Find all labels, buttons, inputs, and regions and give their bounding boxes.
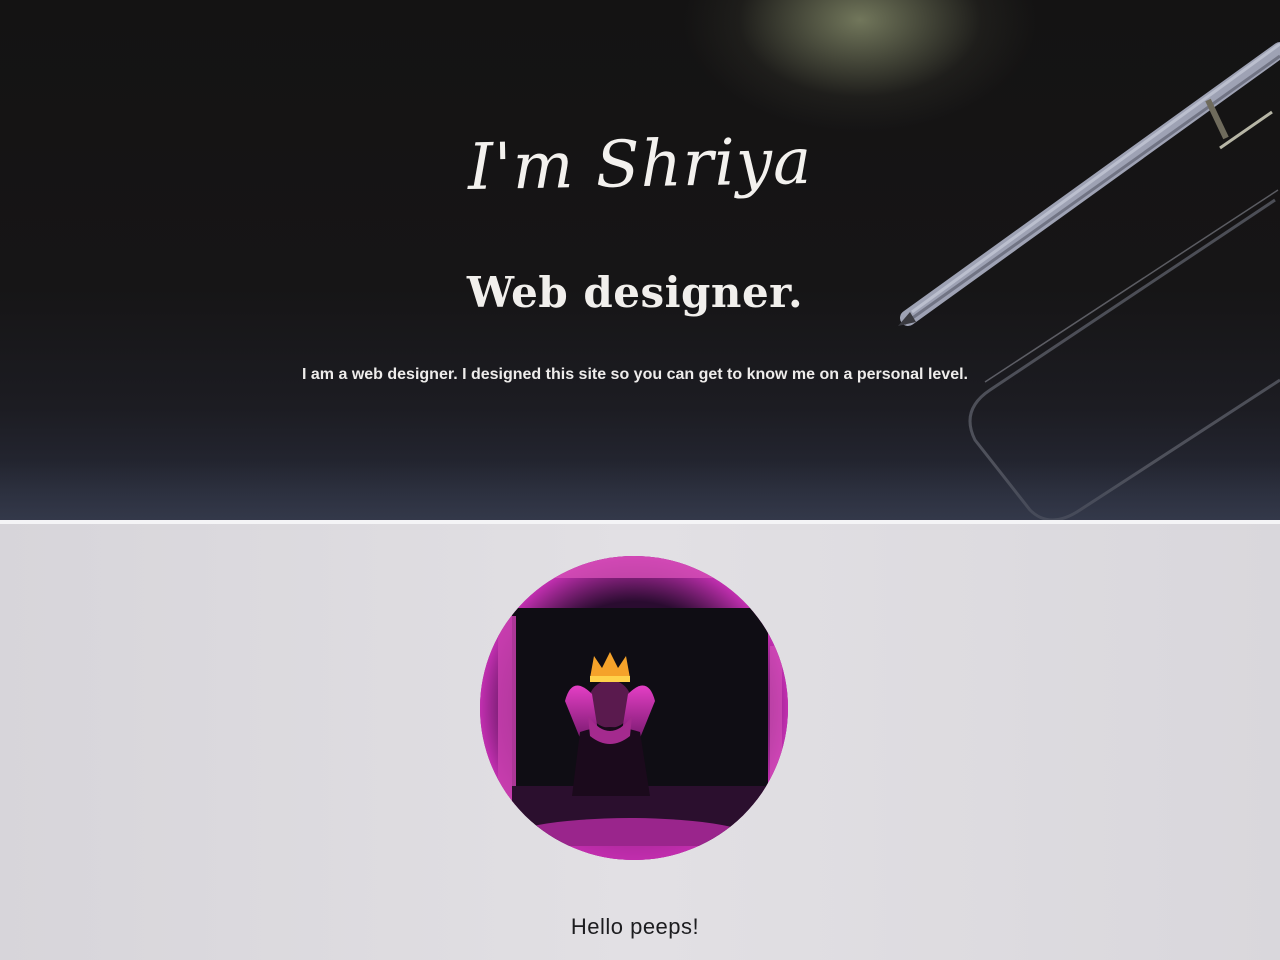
- hero-description: I am a web designer. I designed this sit…: [302, 366, 968, 383]
- hero-bottom-gradient: [0, 462, 1280, 522]
- profile-photo-avatar: [480, 556, 788, 860]
- profile-photo-icon: [480, 556, 788, 860]
- hero-subtitle: Web designer.: [466, 268, 804, 317]
- hero-section: I'm Shriya Web designer. I am a web desi…: [0, 0, 1280, 522]
- greeting-text: Hello peeps!: [570, 914, 700, 939]
